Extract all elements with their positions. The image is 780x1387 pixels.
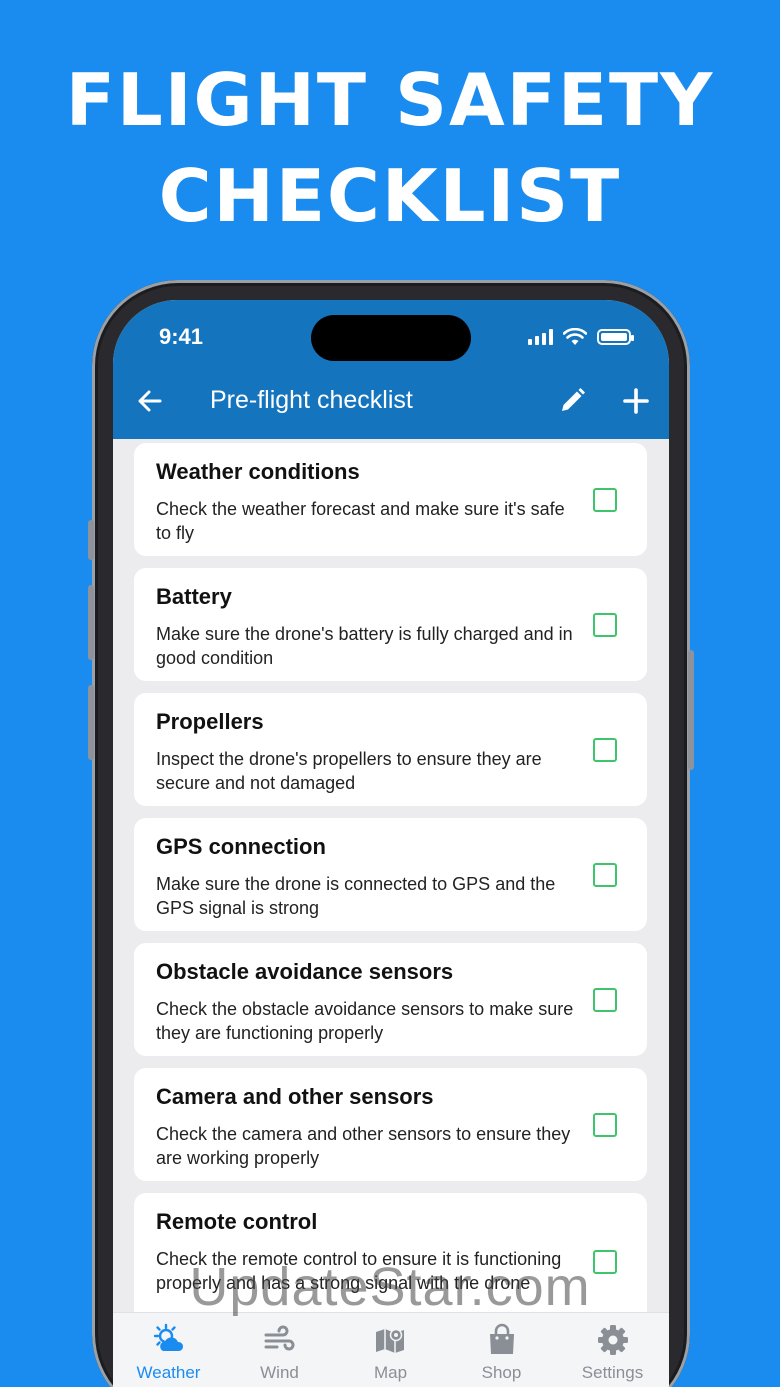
dynamic-island — [311, 315, 471, 361]
add-plus-icon[interactable] — [621, 386, 651, 416]
checklist-item-title: Propellers — [156, 709, 264, 734]
page-title: Pre-flight checklist — [210, 386, 413, 414]
tab-weather-label: Weather — [136, 1363, 201, 1382]
app-bar: 9:41 Pre-flight checklist — [113, 300, 669, 439]
tab-map[interactable]: Map — [335, 1323, 446, 1383]
checklist-item-description: Make sure the drone's battery is fully c… — [156, 624, 573, 668]
checklist-item-description: Check the weather forecast and make sure… — [156, 499, 565, 543]
checklist-item[interactable]: Battery Make sure the drone's battery is… — [134, 568, 647, 681]
checklist-item-title: Remote control — [156, 1209, 318, 1234]
bottom-tab-bar: Weather Wind Map Shop Settings — [113, 1312, 669, 1387]
checklist-item[interactable]: Camera and other sensors Check the camer… — [134, 1068, 647, 1181]
phone-volume-up — [88, 585, 94, 660]
checklist-item-title: GPS connection — [156, 834, 326, 859]
checklist-item[interactable]: Propellers Inspect the drone's propeller… — [134, 693, 647, 806]
checklist-item-description: Check the obstacle avoidance sensors to … — [156, 999, 574, 1043]
checklist-item-checkbox[interactable] — [593, 1113, 617, 1137]
status-icons — [528, 328, 634, 346]
phone-power-button — [688, 650, 694, 770]
checklist-item-checkbox[interactable] — [593, 863, 617, 887]
settings-icon — [597, 1325, 628, 1355]
phone-side-button — [88, 520, 94, 560]
checklist-item-title: Weather conditions — [156, 459, 360, 484]
checklist-item[interactable]: Weather conditions Check the weather for… — [134, 443, 647, 556]
tab-wind[interactable]: Wind — [224, 1323, 335, 1383]
back-arrow-icon[interactable] — [135, 386, 165, 416]
edit-pencil-icon[interactable] — [557, 386, 587, 416]
checklist-item-checkbox[interactable] — [593, 613, 617, 637]
battery-icon — [597, 329, 634, 345]
tab-map-label: Map — [373, 1363, 408, 1382]
tab-weather[interactable]: Weather — [113, 1323, 224, 1383]
phone-screen: 9:41 Pre-flight checklist Weather condit… — [113, 300, 669, 1387]
checklist-item-title: Battery — [156, 584, 232, 609]
checklist-item[interactable]: GPS connection Make sure the drone is co… — [134, 818, 647, 931]
wind-icon — [264, 1325, 294, 1351]
headline-line-1: FLIGHT SAFETY — [65, 58, 715, 142]
promo-headline: FLIGHT SAFETY CHECKLIST — [0, 52, 780, 244]
wifi-icon — [563, 328, 587, 345]
checklist-item[interactable]: Obstacle avoidance sensors Check the obs… — [134, 943, 647, 1056]
checklist-item-title: Obstacle avoidance sensors — [156, 959, 454, 984]
checklist-item-description: Inspect the drone's propellers to ensure… — [156, 749, 542, 793]
tab-shop-label: Shop — [481, 1363, 522, 1382]
checklist: Weather conditions Check the weather for… — [113, 439, 669, 1312]
watermark-text: UpdateStar.com — [189, 1257, 591, 1317]
tab-wind-label: Wind — [260, 1363, 299, 1382]
checklist-item-checkbox[interactable] — [593, 988, 617, 1012]
status-time: 9:41 — [159, 324, 204, 349]
shop-icon — [489, 1323, 514, 1354]
tab-shop[interactable]: Shop — [446, 1323, 557, 1383]
checklist-item-title: Camera and other sensors — [156, 1084, 434, 1109]
checklist-item-description: Make sure the drone is connected to GPS … — [156, 874, 556, 918]
checklist-item-checkbox[interactable] — [593, 488, 617, 512]
checklist-item-checkbox[interactable] — [593, 738, 617, 762]
tab-settings[interactable]: Settings — [557, 1323, 668, 1383]
headline-line-2: CHECKLIST — [158, 154, 622, 238]
checklist-item-description: Check the camera and other sensors to en… — [156, 1124, 571, 1168]
weather-icon — [153, 1323, 183, 1351]
map-icon — [375, 1328, 404, 1353]
phone-volume-down — [88, 685, 94, 760]
cellular-signal-icon — [528, 329, 553, 345]
tab-settings-label: Settings — [581, 1363, 644, 1382]
